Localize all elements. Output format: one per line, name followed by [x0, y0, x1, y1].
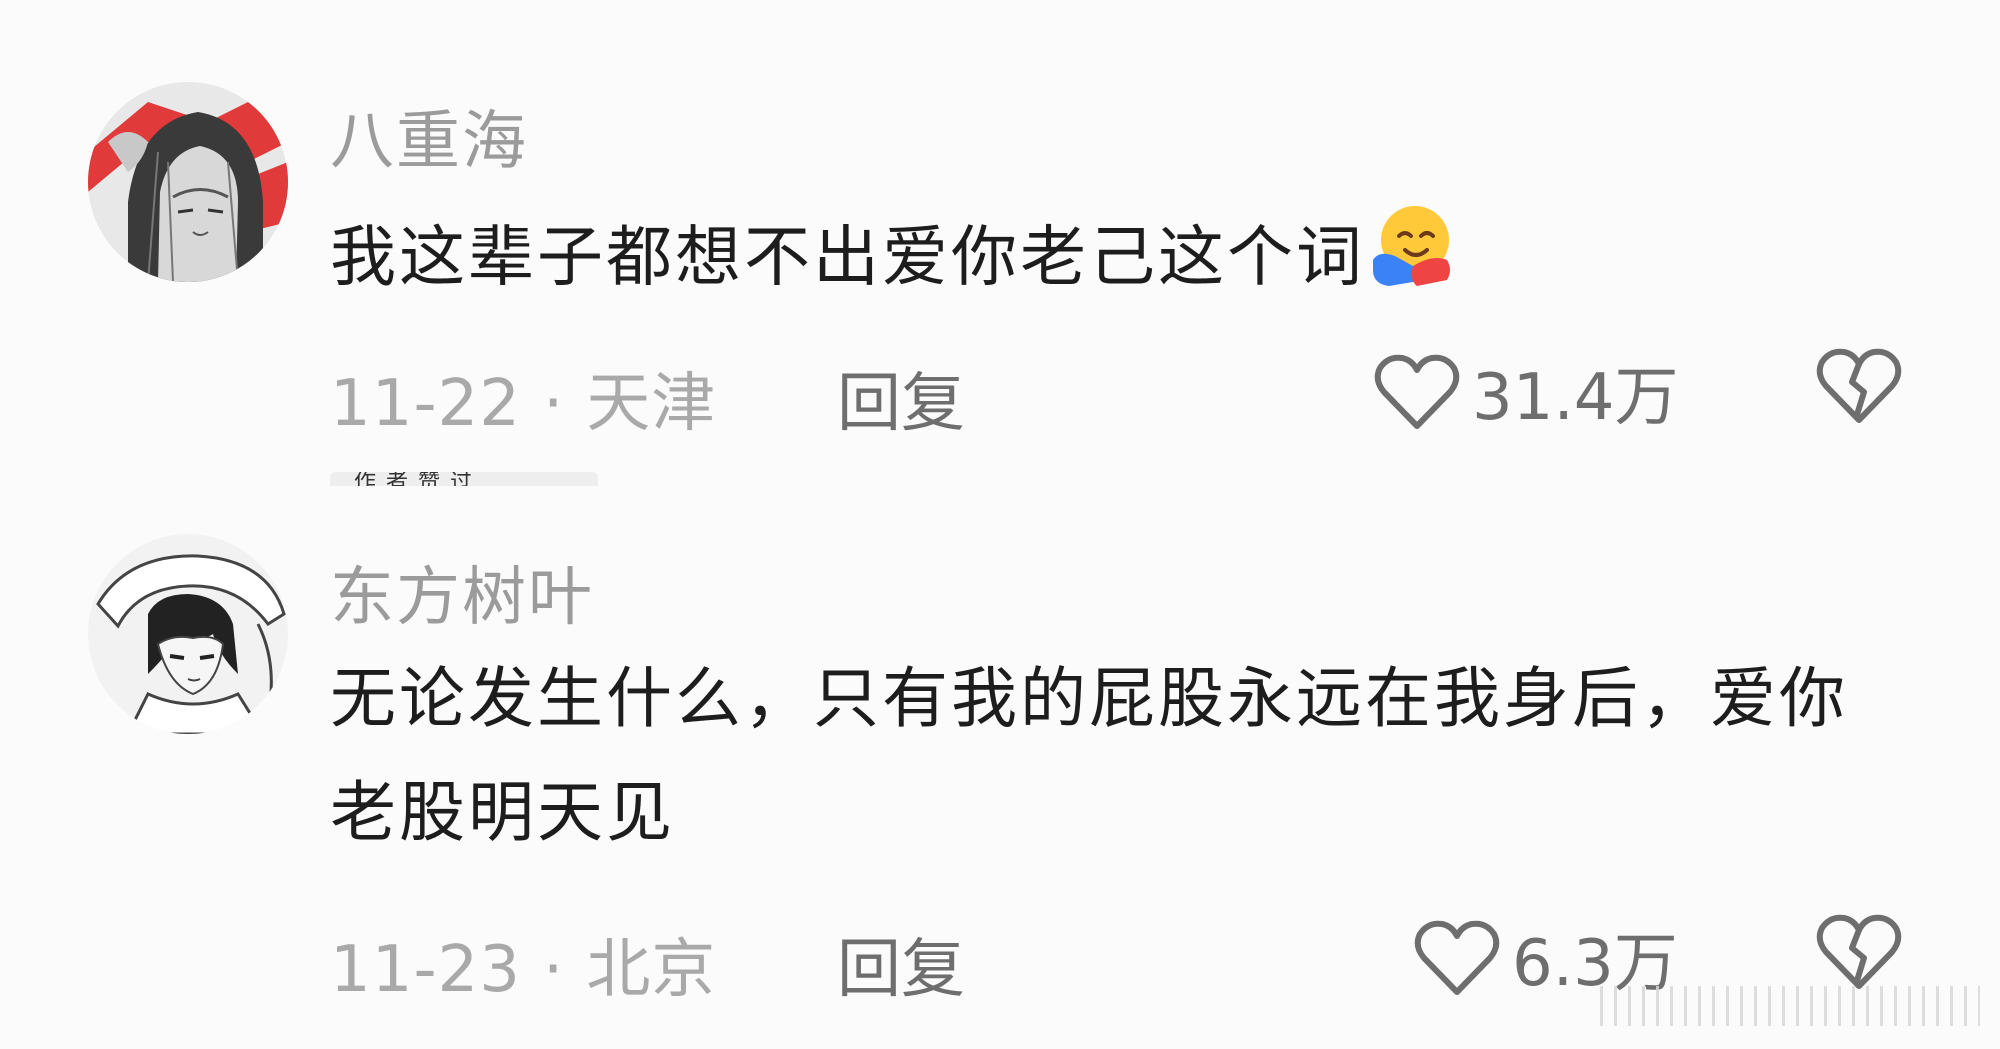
meta-separator: ·	[542, 933, 565, 1007]
meta-separator: ·	[542, 367, 565, 441]
comment-text: 我这辈子都想不出爱你老己这个词	[330, 200, 1870, 323]
hugging-face-emoji-icon	[1369, 200, 1453, 323]
broken-heart-icon	[1816, 914, 1902, 989]
like-count: 31.4万	[1472, 361, 1679, 435]
comment-meta: 11-23 · 北京	[330, 918, 716, 1010]
heart-icon	[1374, 354, 1460, 429]
avatar[interactable]	[88, 82, 288, 282]
comment-item: 东方树叶 无论发生什么，只有我的屁股永远在我身后，爱你老股明天见 11-23 · 北…	[0, 520, 2000, 1049]
heart-icon	[1414, 920, 1500, 995]
broken-heart-icon	[1816, 348, 1902, 423]
reply-button[interactable]: 回复	[837, 352, 965, 444]
avatar[interactable]	[88, 534, 288, 734]
comment-text: 无论发生什么，只有我的屁股永远在我身后，爱你老股明天见	[330, 660, 1848, 851]
dislike-button[interactable]	[1816, 912, 1902, 996]
username[interactable]: 东方树叶	[330, 546, 594, 638]
comment-date: 11-22	[330, 367, 521, 441]
comment-date: 11-23	[330, 933, 521, 1007]
avatar-image	[88, 534, 288, 734]
comment-text-body: 我这辈子都想不出爱你老己这个词	[330, 218, 1365, 296]
watermark	[1600, 986, 1980, 1026]
author-liked-tab: 作者赞过	[330, 472, 598, 486]
comment-location: 北京	[586, 933, 717, 1007]
username[interactable]: 八重海	[330, 90, 528, 182]
reply-button[interactable]: 回复	[837, 918, 965, 1010]
like-button[interactable]: 31.4万	[1374, 346, 1679, 438]
comment-item: 八重海 我这辈子都想不出爱你老己这个词 11-22 · 天津 回复 31.4万 作者…	[0, 0, 2000, 486]
avatar-image	[88, 82, 288, 282]
comment-location: 天津	[586, 367, 717, 441]
author-liked-tab-label: 作者赞过	[354, 472, 483, 486]
comment-meta: 11-22 · 天津	[330, 352, 716, 444]
dislike-button[interactable]	[1816, 346, 1902, 430]
